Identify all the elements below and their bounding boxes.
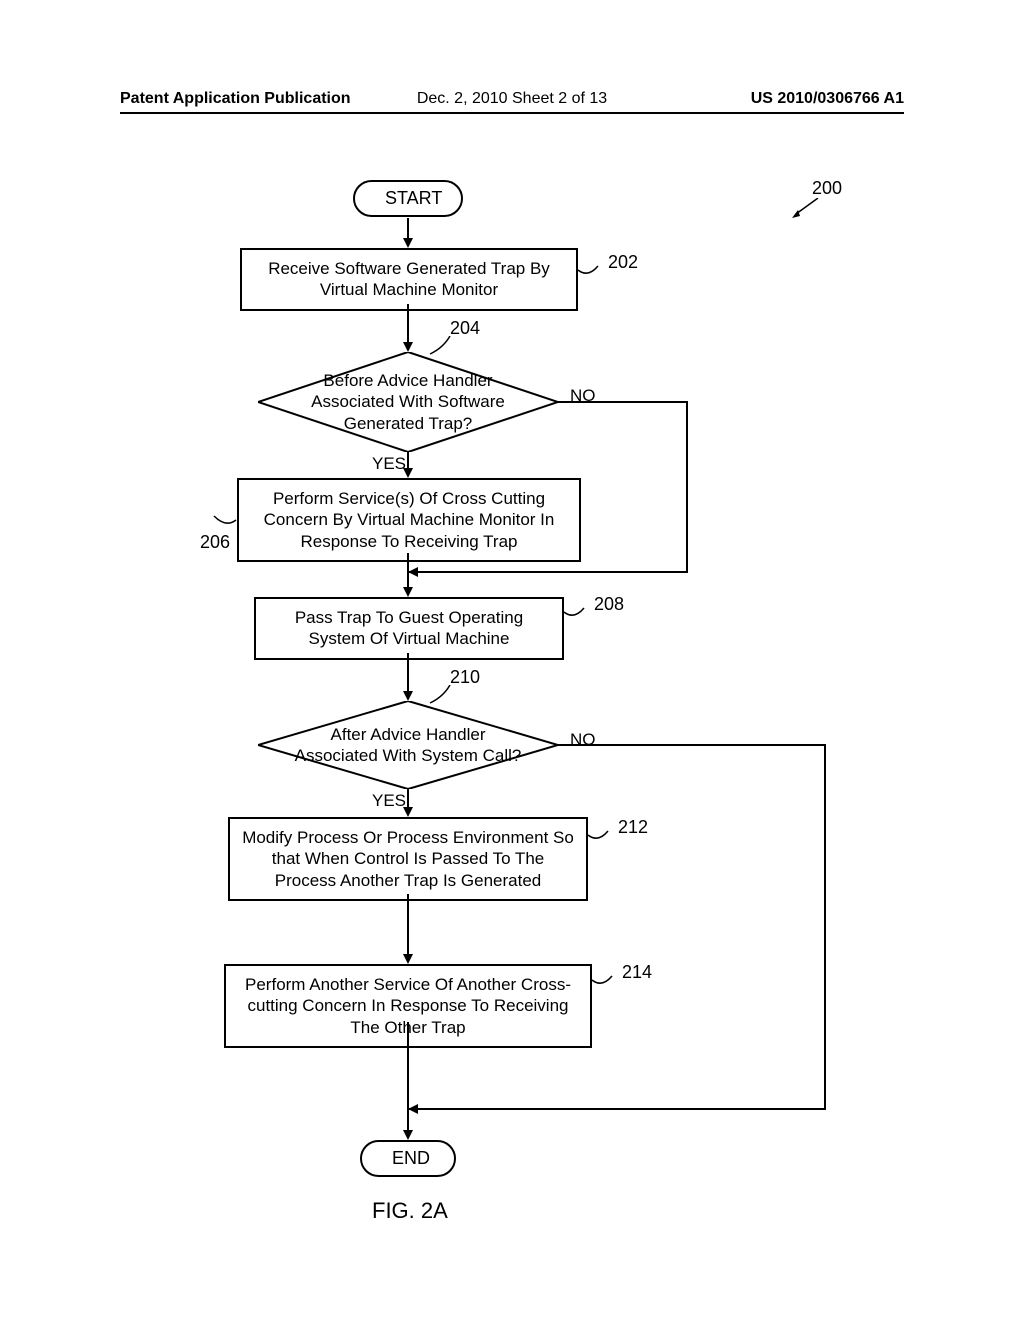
arrow xyxy=(558,401,688,403)
header-center: Dec. 2, 2010 Sheet 2 of 13 xyxy=(417,90,607,108)
arrow xyxy=(407,894,409,956)
arrow xyxy=(408,571,688,573)
arrow xyxy=(407,218,409,240)
arrow-head-icon xyxy=(403,807,413,817)
decision-210-text: After Advice Handler Associated With Sys… xyxy=(288,724,528,767)
arrow-head-icon xyxy=(403,238,413,248)
arrow-head-icon xyxy=(403,342,413,352)
process-208: Pass Trap To Guest Operating System Of V… xyxy=(254,597,564,660)
arrow xyxy=(407,789,409,809)
end-label: END xyxy=(392,1148,430,1168)
arrow xyxy=(407,1022,409,1132)
leader-curve xyxy=(588,825,618,845)
ref-214: 214 xyxy=(622,962,652,983)
arrow-head-icon xyxy=(403,954,413,964)
ref-200: 200 xyxy=(812,178,842,199)
decision-204: Before Advice Handler Associated With So… xyxy=(258,352,558,452)
header-left: Patent Application Publication xyxy=(120,90,351,108)
ref-200-arrow-icon xyxy=(790,198,820,218)
leader-curve xyxy=(208,510,238,530)
decision-210: After Advice Handler Associated With Sys… xyxy=(258,701,558,789)
process-212: Modify Process Or Process Environment So… xyxy=(228,817,588,901)
ref-206: 206 xyxy=(200,532,230,553)
ref-212: 212 xyxy=(618,817,648,838)
arrow-head-icon xyxy=(403,1130,413,1140)
leader-curve xyxy=(564,602,594,622)
header-right: US 2010/0306766 A1 xyxy=(751,90,904,108)
arrow xyxy=(824,744,826,1110)
figure-label: FIG. 2A xyxy=(372,1198,448,1224)
arrow xyxy=(558,744,826,746)
process-208-text: Pass Trap To Guest Operating System Of V… xyxy=(295,608,523,648)
arrow-head-icon xyxy=(403,691,413,701)
process-202-text: Receive Software Generated Trap By Virtu… xyxy=(268,259,550,299)
arrow xyxy=(407,653,409,693)
leader-curve xyxy=(578,260,608,280)
process-202: Receive Software Generated Trap By Virtu… xyxy=(240,248,578,311)
arrow xyxy=(407,553,409,589)
start-label: START xyxy=(385,188,442,208)
arrow xyxy=(686,401,688,573)
ref-202: 202 xyxy=(608,252,638,273)
process-206: Perform Service(s) Of Cross Cutting Conc… xyxy=(237,478,581,562)
no-label-210: NO xyxy=(568,730,598,750)
leader-curve xyxy=(592,970,622,990)
process-206-text: Perform Service(s) Of Cross Cutting Conc… xyxy=(264,489,555,551)
ref-208: 208 xyxy=(594,594,624,615)
arrow-head-icon xyxy=(403,587,413,597)
arrow-head-icon xyxy=(408,567,418,577)
decision-204-text: Before Advice Handler Associated With So… xyxy=(288,370,528,434)
arrow xyxy=(407,304,409,344)
end-terminal: END xyxy=(360,1140,456,1177)
no-label-204: NO xyxy=(568,386,598,406)
arrow-head-icon xyxy=(408,1104,418,1114)
start-terminal: START xyxy=(353,180,463,217)
process-212-text: Modify Process Or Process Environment So… xyxy=(242,828,574,890)
arrow xyxy=(408,1108,826,1110)
page-header: Patent Application Publication Dec. 2, 2… xyxy=(120,84,904,114)
arrow-head-icon xyxy=(403,468,413,478)
